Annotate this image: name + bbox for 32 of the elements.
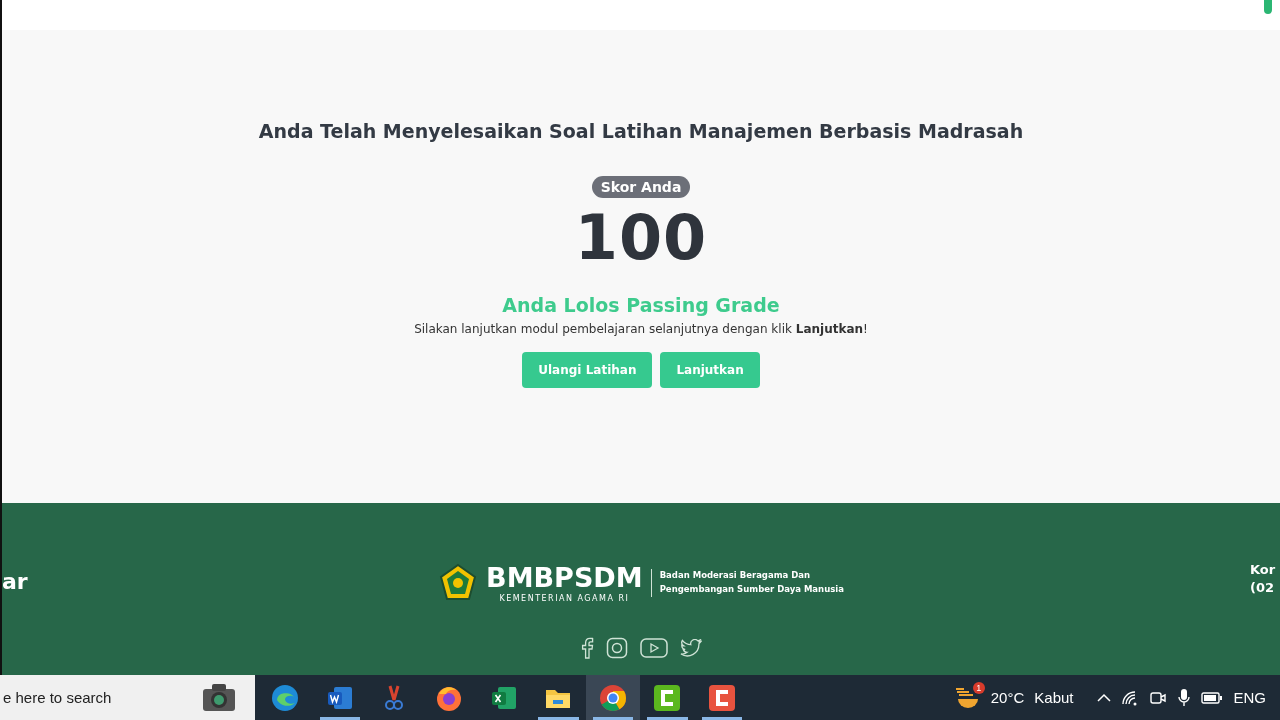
contact-text: (02: [1250, 579, 1276, 598]
facebook-icon[interactable]: [580, 637, 594, 659]
page-title: Anda Telah Menyelesaikan Soal Latihan Manajemen Berbasis Madrasah: [258, 120, 1024, 142]
brand-description: Pengembangan Sumber Daya Manusia: [659, 583, 844, 596]
weather-text: Kabut: [1034, 689, 1074, 706]
footer-heading: ar: [2, 569, 28, 594]
temperature-text: 20°C: [990, 689, 1025, 706]
brand-description: Badan Moderasi Beragama Dan: [659, 569, 812, 583]
language-indicator[interactable]: ENG: [1233, 689, 1266, 706]
chevron-up-icon[interactable]: [1097, 692, 1112, 703]
contact-text: Kor: [1250, 561, 1276, 579]
brand-name: BMBPSDM: [486, 563, 643, 591]
scroll-indicator: [1264, 0, 1272, 14]
score-value: 100: [574, 204, 708, 273]
battery-icon[interactable]: [1201, 691, 1224, 704]
weather-icon[interactable]: [954, 686, 981, 709]
score-label: Skor Anda: [591, 176, 691, 198]
camtasia-icon: [708, 683, 737, 712]
youtube-icon[interactable]: [640, 638, 668, 658]
edge-icon: [271, 683, 300, 712]
emblem-icon: [438, 563, 479, 603]
brand-subtitle: KEMENTERIAN AGAMA RI: [499, 593, 630, 603]
notification-badge: 1: [972, 681, 985, 694]
taskbar-app[interactable]: [585, 675, 641, 720]
status-heading: Anda Lolos Passing Grade: [502, 294, 780, 317]
chrome-icon: [598, 683, 627, 712]
microphone-icon[interactable]: [1177, 687, 1192, 708]
twitter-icon[interactable]: [680, 639, 702, 657]
instagram-icon[interactable]: [606, 637, 628, 659]
instruction-text: Silakan lanjutkan modul pembelajaran selanjutnya dengan klik Lanjutkan!: [414, 322, 868, 337]
camtasia-icon: [653, 683, 682, 712]
search-field[interactable]: e here to search: [0, 675, 255, 720]
